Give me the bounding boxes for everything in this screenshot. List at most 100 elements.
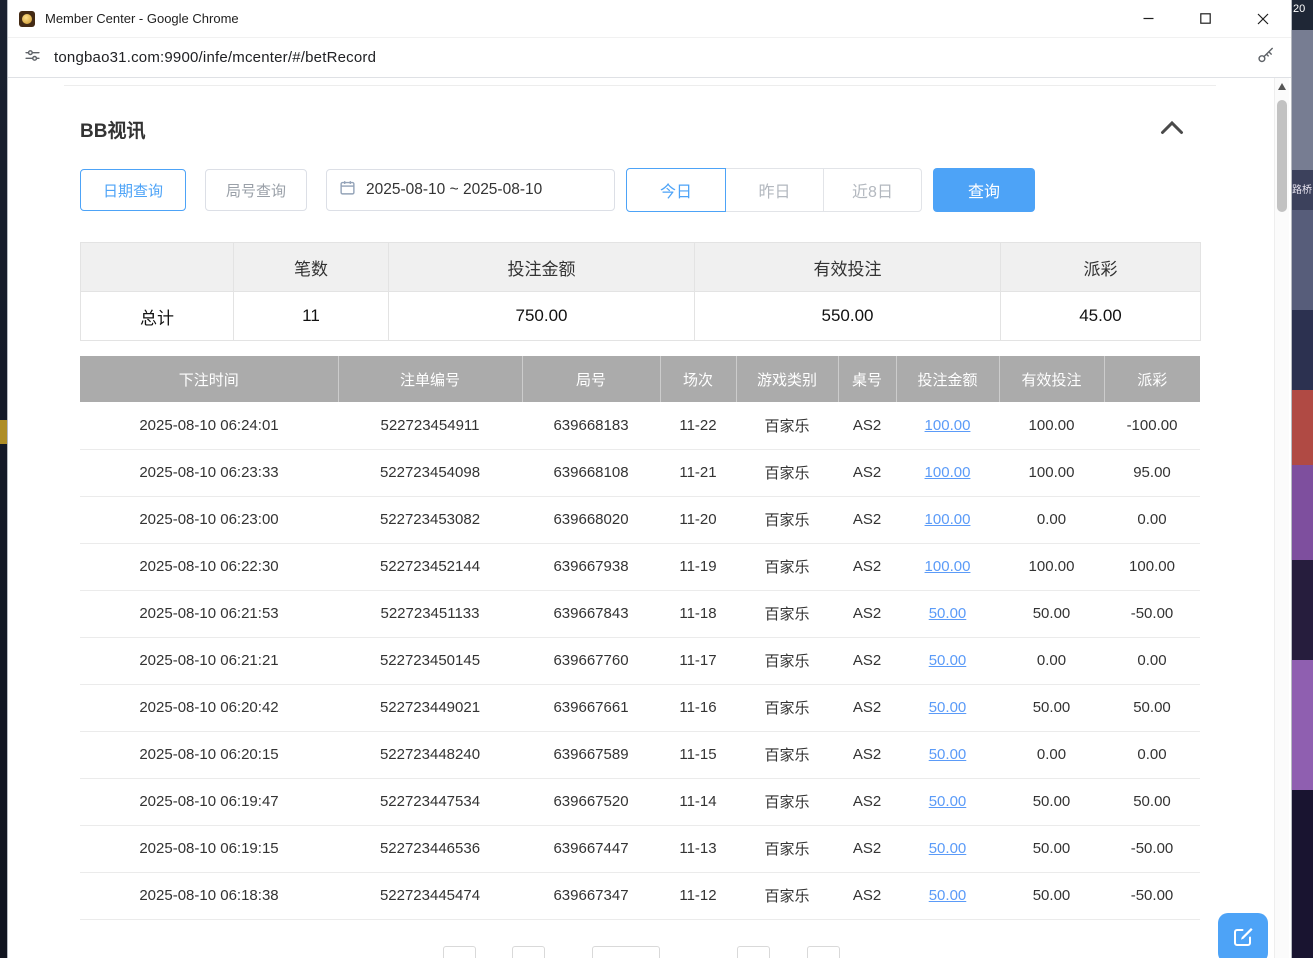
table-row: 2025-08-10 06:20:15 522723448240 6396675… bbox=[80, 731, 1200, 778]
game-type: 百家乐 bbox=[736, 684, 838, 731]
summary-header-payout: 派彩 bbox=[1001, 243, 1201, 292]
session: 11-16 bbox=[660, 684, 736, 731]
pagination-button[interactable] bbox=[737, 946, 770, 958]
game-type: 百家乐 bbox=[736, 731, 838, 778]
scrollbar-thumb[interactable] bbox=[1277, 100, 1287, 212]
bet-id: 522723449021 bbox=[338, 684, 522, 731]
table-no: AS2 bbox=[838, 684, 896, 731]
pagination-page-select[interactable] bbox=[592, 946, 660, 958]
payout-value: -50.00 bbox=[1104, 825, 1200, 872]
summary-count: 11 bbox=[234, 292, 389, 341]
search-button[interactable]: 查询 bbox=[933, 168, 1035, 212]
session: 11-14 bbox=[660, 778, 736, 825]
table-row: 2025-08-10 06:23:00 522723453082 6396680… bbox=[80, 496, 1200, 543]
bet-time: 2025-08-10 06:20:15 bbox=[80, 731, 338, 778]
table-no: AS2 bbox=[838, 637, 896, 684]
bet-time: 2025-08-10 06:19:15 bbox=[80, 825, 338, 872]
feedback-compose-button[interactable] bbox=[1218, 913, 1268, 958]
quick-filter-yesterday[interactable]: 昨日 bbox=[725, 168, 824, 212]
page-scrollbar[interactable] bbox=[1274, 78, 1289, 958]
game-type: 百家乐 bbox=[736, 872, 838, 919]
bet-amount-link[interactable]: 50.00 bbox=[929, 746, 967, 763]
bet-amount-link[interactable]: 50.00 bbox=[929, 840, 967, 857]
date-query-tab[interactable]: 日期查询 bbox=[80, 169, 186, 211]
bet-id: 522723450145 bbox=[338, 637, 522, 684]
round-no: 639667661 bbox=[522, 684, 660, 731]
table-row: 2025-08-10 06:24:01 522723454911 6396681… bbox=[80, 402, 1200, 449]
round-query-tab[interactable]: 局号查询 bbox=[205, 169, 307, 211]
table-no: AS2 bbox=[838, 543, 896, 590]
game-type: 百家乐 bbox=[736, 825, 838, 872]
bet-amount-link[interactable]: 100.00 bbox=[925, 464, 971, 481]
summary-table: 笔数 投注金额 有效投注 派彩 总计 11 750.00 550.00 45.0… bbox=[80, 242, 1201, 341]
scroll-up-arrow-icon[interactable] bbox=[1278, 83, 1286, 90]
quick-filter-today[interactable]: 今日 bbox=[626, 168, 726, 212]
bet-id: 522723453082 bbox=[338, 496, 522, 543]
round-no: 639667760 bbox=[522, 637, 660, 684]
summary-payout: 45.00 bbox=[1001, 292, 1201, 341]
bet-id: 522723448240 bbox=[338, 731, 522, 778]
collapse-chevron-up-icon[interactable] bbox=[1160, 120, 1184, 140]
table-row: 2025-08-10 06:21:21 522723450145 6396677… bbox=[80, 637, 1200, 684]
date-range-input[interactable]: 2025-08-10 ~ 2025-08-10 bbox=[326, 169, 615, 211]
valid-bet: 50.00 bbox=[999, 684, 1104, 731]
bet-amount-link[interactable]: 100.00 bbox=[925, 558, 971, 575]
payout-value: 100.00 bbox=[1104, 543, 1200, 590]
valid-bet: 100.00 bbox=[999, 449, 1104, 496]
url-text[interactable]: tongbao31.com:9900/infe/mcenter/#/betRec… bbox=[54, 49, 376, 66]
table-row: 2025-08-10 06:19:15 522723446536 6396674… bbox=[80, 825, 1200, 872]
valid-bet: 50.00 bbox=[999, 778, 1104, 825]
bet-amount-link[interactable]: 100.00 bbox=[925, 511, 971, 528]
game-type: 百家乐 bbox=[736, 590, 838, 637]
session: 11-18 bbox=[660, 590, 736, 637]
bet-time: 2025-08-10 06:21:21 bbox=[80, 637, 338, 684]
bet-time: 2025-08-10 06:23:33 bbox=[80, 449, 338, 496]
col-table-no: 桌号 bbox=[838, 356, 896, 402]
desktop-background-right: 20 路桥 bbox=[1291, 0, 1313, 958]
session: 11-12 bbox=[660, 872, 736, 919]
col-round-no: 局号 bbox=[522, 356, 660, 402]
valid-bet: 0.00 bbox=[999, 731, 1104, 778]
game-type: 百家乐 bbox=[736, 778, 838, 825]
pagination-button[interactable] bbox=[807, 946, 840, 958]
pagination-button[interactable] bbox=[512, 946, 545, 958]
session: 11-15 bbox=[660, 731, 736, 778]
close-button[interactable] bbox=[1234, 0, 1291, 37]
payout-value: -100.00 bbox=[1104, 402, 1200, 449]
session: 11-19 bbox=[660, 543, 736, 590]
bet-time: 2025-08-10 06:22:30 bbox=[80, 543, 338, 590]
quick-filter-last8days[interactable]: 近8日 bbox=[823, 168, 922, 212]
maximize-button[interactable] bbox=[1177, 0, 1234, 37]
session: 11-20 bbox=[660, 496, 736, 543]
round-no: 639668108 bbox=[522, 449, 660, 496]
session: 11-22 bbox=[660, 402, 736, 449]
bet-amount-link[interactable]: 100.00 bbox=[925, 417, 971, 434]
address-bar[interactable]: tongbao31.com:9900/infe/mcenter/#/betRec… bbox=[8, 38, 1291, 78]
bet-time: 2025-08-10 06:19:47 bbox=[80, 778, 338, 825]
bet-id: 522723446536 bbox=[338, 825, 522, 872]
bet-amount-link[interactable]: 50.00 bbox=[929, 652, 967, 669]
pagination bbox=[80, 946, 1200, 958]
table-row: 2025-08-10 06:22:30 522723452144 6396679… bbox=[80, 543, 1200, 590]
valid-bet: 100.00 bbox=[999, 402, 1104, 449]
password-key-icon[interactable] bbox=[1256, 46, 1275, 70]
bet-amount-link[interactable]: 50.00 bbox=[929, 605, 967, 622]
bet-id: 522723451133 bbox=[338, 590, 522, 637]
game-type: 百家乐 bbox=[736, 496, 838, 543]
table-row: 2025-08-10 06:23:33 522723454098 6396681… bbox=[80, 449, 1200, 496]
bet-amount-link[interactable]: 50.00 bbox=[929, 793, 967, 810]
minimize-button[interactable] bbox=[1120, 0, 1177, 37]
bet-record-table: 下注时间 注单编号 局号 场次 游戏类别 桌号 投注金额 有效投注 派彩 202… bbox=[80, 356, 1200, 920]
calendar-icon bbox=[339, 179, 356, 201]
table-header-row: 下注时间 注单编号 局号 场次 游戏类别 桌号 投注金额 有效投注 派彩 bbox=[80, 356, 1200, 402]
bet-amount-link[interactable]: 50.00 bbox=[929, 887, 967, 904]
desktop-background-left bbox=[0, 0, 8, 958]
payout-value: -50.00 bbox=[1104, 872, 1200, 919]
bet-amount-link[interactable]: 50.00 bbox=[929, 699, 967, 716]
pagination-button[interactable] bbox=[443, 946, 476, 958]
table-no: AS2 bbox=[838, 778, 896, 825]
site-info-icon[interactable] bbox=[24, 47, 41, 69]
payout-value: -50.00 bbox=[1104, 590, 1200, 637]
round-no: 639667447 bbox=[522, 825, 660, 872]
col-payout: 派彩 bbox=[1104, 356, 1200, 402]
